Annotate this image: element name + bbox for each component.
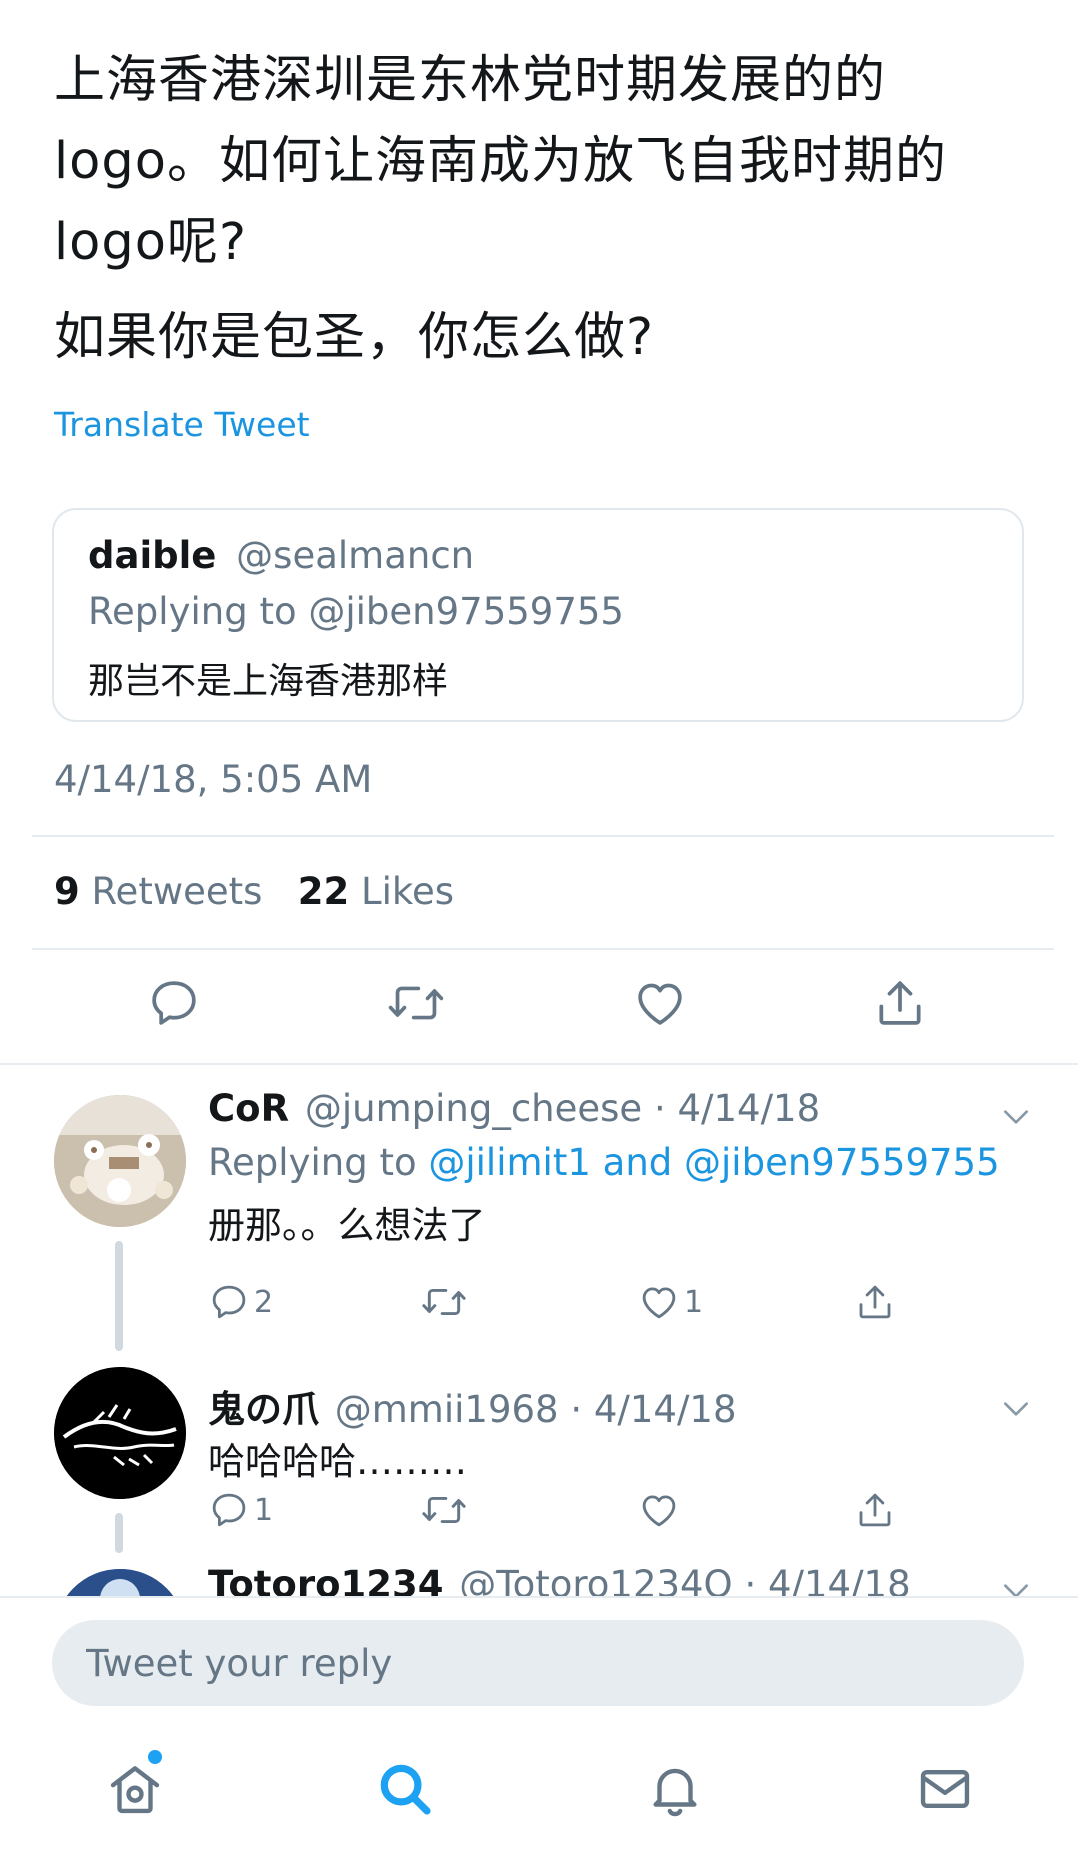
reply-item[interactable]: Totoro1234 @Totoro1234Q · 4/14/18: [0, 1555, 1078, 1596]
divider: [32, 835, 1054, 837]
chevron-down-icon[interactable]: [1000, 1393, 1032, 1425]
like-count: 1: [684, 1284, 704, 1320]
thread-line: [115, 1241, 123, 1351]
chevron-down-icon[interactable]: [1000, 1101, 1032, 1133]
tweet-timestamp: 4/14/18, 5:05 AM: [54, 758, 373, 801]
reply-count: 1: [254, 1492, 274, 1528]
thread-line: [115, 1513, 123, 1553]
heart-icon[interactable]: [632, 975, 692, 1035]
share-icon[interactable]: [854, 1487, 896, 1533]
reply-text: 哈哈哈哈………: [208, 1440, 467, 1483]
bottom-tab-bar: [0, 1758, 1078, 1838]
tweet-paragraph-1: 上海香港深圳是东林党时期发展的的logo。如何让海南成为放飞自我时期的logo呢…: [54, 51, 947, 272]
quote-replying-to: Replying to @jiben97559755: [88, 590, 624, 633]
reply-input[interactable]: [52, 1620, 1024, 1706]
share-icon[interactable]: [872, 975, 932, 1035]
quote-display-name: daible: [88, 534, 217, 577]
bell-icon[interactable]: [644, 1758, 714, 1828]
reply-replying-to: Replying to @jilimit1 and @jiben97559755: [208, 1141, 1000, 1184]
retweets-stat[interactable]: 9 Retweets: [54, 870, 262, 913]
reply-actions: 1: [208, 1487, 908, 1537]
home-icon[interactable]: [104, 1758, 174, 1828]
avatar[interactable]: [54, 1569, 186, 1596]
search-icon[interactable]: [374, 1758, 444, 1828]
reply-actions: 2 1: [208, 1279, 908, 1329]
reply-icon[interactable]: 2: [208, 1279, 273, 1325]
reply-header: Totoro1234 @Totoro1234Q · 4/14/18: [208, 1563, 911, 1596]
quote-handle: @sealmancn: [236, 534, 475, 577]
reply-date: · 4/14/18: [744, 1563, 911, 1596]
quoted-tweet-card[interactable]: daible @sealmancn Replying to @jiben9755…: [52, 508, 1024, 722]
reply-handle: @Totoro1234Q: [459, 1563, 733, 1596]
chevron-down-icon[interactable]: [1000, 1575, 1032, 1596]
divider: [32, 948, 1054, 950]
reply-date: · 4/14/18: [653, 1087, 821, 1130]
mail-icon[interactable]: [914, 1758, 984, 1828]
reply-handle: @mmii1968: [334, 1388, 559, 1431]
reply-display-name[interactable]: Totoro1234: [208, 1563, 444, 1596]
retweet-icon[interactable]: [386, 975, 446, 1035]
avatar[interactable]: [54, 1367, 186, 1499]
reply-icon[interactable]: [146, 975, 206, 1035]
heart-icon[interactable]: 1: [638, 1279, 703, 1325]
heart-icon[interactable]: [638, 1487, 684, 1533]
tweet-text: 上海香港深圳是东林党时期发展的的logo。如何让海南成为放飞自我时期的logo呢…: [54, 40, 1034, 378]
reply-item[interactable]: CoR @jumping_cheese · 4/14/18 Replying t…: [0, 1065, 1078, 1355]
reply-header: CoR @jumping_cheese · 4/14/18: [208, 1087, 820, 1130]
reply-text: 册那。。么想法了: [208, 1204, 486, 1247]
reply-display-name[interactable]: 鬼の爪: [208, 1388, 319, 1431]
reply-date: · 4/14/18: [570, 1388, 737, 1431]
avatar[interactable]: [54, 1095, 186, 1227]
tweet-action-bar: [0, 975, 1078, 1045]
compose-area: [0, 1596, 1078, 1858]
share-icon[interactable]: [854, 1279, 896, 1325]
tweet-stats: 9 Retweets 22 Likes: [54, 870, 454, 913]
retweet-icon[interactable]: [420, 1487, 472, 1533]
reply-display-name[interactable]: CoR: [208, 1087, 289, 1130]
mention-link[interactable]: @jilimit1: [428, 1141, 591, 1184]
reply-icon[interactable]: 1: [208, 1487, 273, 1533]
reply-handle: @jumping_cheese: [304, 1087, 643, 1130]
reply-item[interactable]: 鬼の爪 @mmii1968 · 4/14/18 哈哈哈哈……… 1: [0, 1355, 1078, 1555]
reply-count: 2: [254, 1284, 274, 1320]
reply-header: 鬼の爪 @mmii1968 · 4/14/18: [208, 1379, 737, 1433]
likes-stat[interactable]: 22 Likes: [298, 870, 454, 913]
tweet-paragraph-2: 如果你是包圣，你怎么做?: [54, 308, 655, 367]
mention-link[interactable]: @jiben97559755: [684, 1141, 1000, 1184]
retweet-icon[interactable]: [420, 1279, 472, 1325]
quote-text: 那岂不是上海香港那样: [88, 661, 449, 702]
translate-tweet-link[interactable]: Translate Tweet: [54, 405, 310, 444]
quote-header: daible @sealmancn: [88, 534, 474, 577]
